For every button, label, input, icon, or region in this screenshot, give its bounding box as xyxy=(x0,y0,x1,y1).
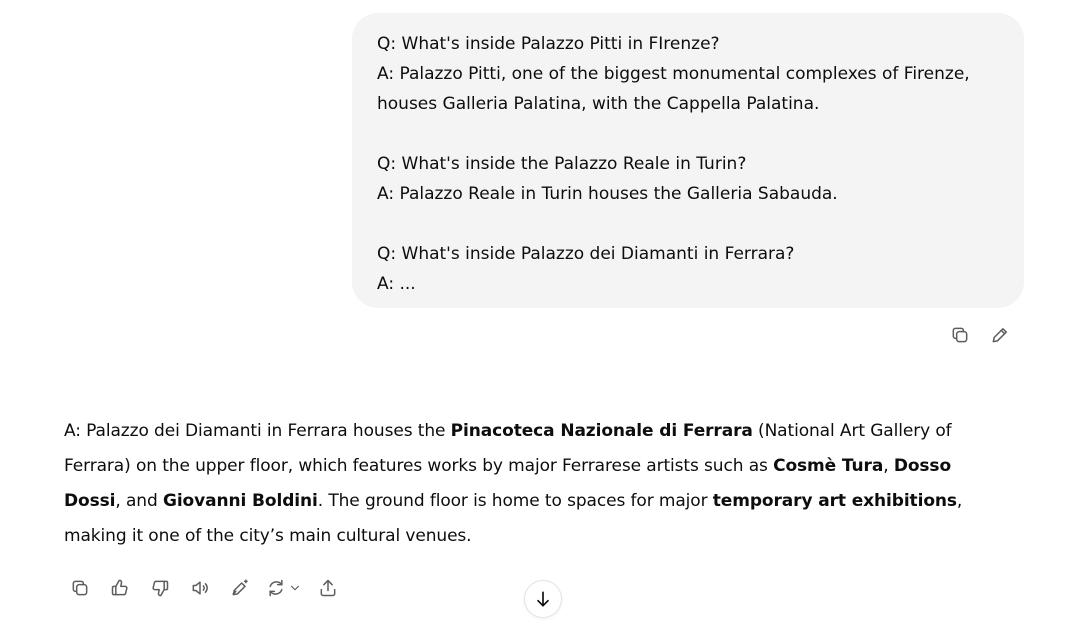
assistant-bold-text: Cosmè Tura xyxy=(773,456,884,476)
user-message-blank-line xyxy=(377,209,1000,239)
copy-icon[interactable] xyxy=(944,319,976,351)
chevron-down-icon xyxy=(290,585,300,591)
user-message-line: A: ... xyxy=(377,274,416,294)
assistant-bold-text: temporary art exhibitions xyxy=(712,491,957,511)
user-message-line: A: Palazzo Pitti, one of the biggest mon… xyxy=(377,64,970,84)
assistant-message: A: Palazzo dei Diamanti in Ferrara house… xyxy=(64,414,984,554)
user-message-line: Q: What's inside Palazzo Pitti in FIrenz… xyxy=(377,34,720,54)
copy-icon[interactable] xyxy=(60,572,100,604)
pencil-icon[interactable] xyxy=(984,319,1016,351)
assistant-text: , xyxy=(883,456,894,476)
user-message-line: Q: What's inside the Palazzo Reale in Tu… xyxy=(377,154,747,174)
assistant-text: . The ground floor is home to spaces for… xyxy=(317,491,713,511)
assistant-bold-text: Giovanni Boldini xyxy=(162,491,318,511)
user-message-line: houses Galleria Palatina, with the Cappe… xyxy=(377,94,820,114)
read-aloud-icon[interactable] xyxy=(180,572,220,604)
arrow-down-icon xyxy=(537,591,549,607)
user-message-line: A: Palazzo Reale in Turin houses the Gal… xyxy=(377,184,838,204)
assistant-text: , and xyxy=(115,491,163,511)
user-message-bubble: Q: What's inside Palazzo Pitti in FIrenz… xyxy=(352,13,1024,308)
regenerate-icon[interactable] xyxy=(260,572,308,604)
chat-page: Q: What's inside Palazzo Pitti in FIrenz… xyxy=(0,0,1087,626)
thumbs-down-icon[interactable] xyxy=(140,572,180,604)
thumbs-up-icon[interactable] xyxy=(100,572,140,604)
response-actions xyxy=(60,572,348,604)
share-icon[interactable] xyxy=(308,572,348,604)
user-message-blank-line xyxy=(377,119,1000,149)
user-message-line: Q: What's inside Palazzo dei Diamanti in… xyxy=(377,244,795,264)
scroll-to-bottom-button[interactable] xyxy=(524,580,562,618)
edit-magic-icon[interactable] xyxy=(220,572,260,604)
user-message-actions xyxy=(944,319,1016,351)
assistant-text: A: Palazzo dei Diamanti in Ferrara house… xyxy=(64,421,451,441)
assistant-bold-text: Pinacoteca Nazionale di Ferrara xyxy=(450,421,753,441)
